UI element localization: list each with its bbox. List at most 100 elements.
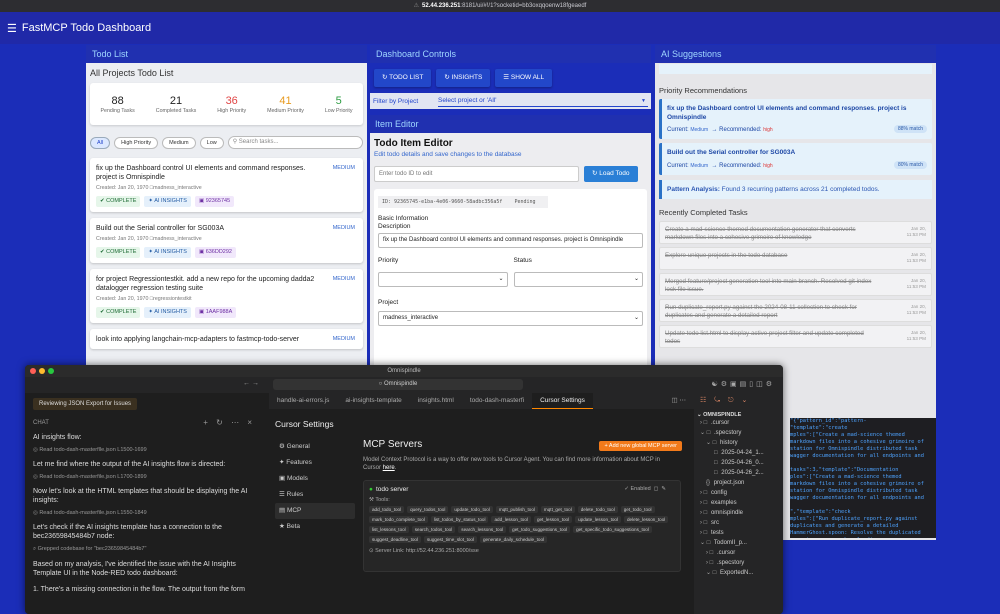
scrolled-card-edge [659, 64, 932, 74]
ai-insights-button[interactable]: ✦ AI INSIGHTS [144, 307, 191, 318]
priority-label: MEDIUM [332, 225, 355, 231]
filter-chip-medium[interactable]: Medium [162, 136, 196, 149]
mcp-section: MCP Servers + Add new global MCP server … [363, 439, 688, 572]
priority-label: Priority [378, 257, 399, 264]
tree-item[interactable]: › □ .cursor [694, 548, 783, 558]
status-select[interactable]: ⌄ [513, 272, 643, 287]
tree-item[interactable]: › □ omnispindle [694, 508, 783, 518]
todo-badges: ✔ COMPLETE ✦ AI INSIGHTS ▣ 1AAF988A [96, 307, 357, 318]
settings-nav-item[interactable]: ★ Beta [275, 519, 355, 535]
tree-item[interactable]: ⌄ □ .specstory [694, 428, 783, 438]
tree-item[interactable]: › □ src [694, 518, 783, 528]
folder-icon: ⌄ □ [700, 540, 711, 546]
show-all-button[interactable]: ☰ SHOW ALL [495, 69, 553, 87]
tree-item[interactable]: ⌄ □ ExportedN... [694, 568, 783, 578]
mcp-here-link[interactable]: here [383, 465, 395, 471]
tree-item[interactable]: › □ .specstory [694, 558, 783, 568]
settings-nav-item[interactable]: ☰ Rules [275, 487, 355, 503]
add-mcp-server-button[interactable]: + Add new global MCP server [599, 441, 682, 451]
chat-session-tab[interactable]: Reviewing JSON Export for Issues [33, 398, 138, 410]
priority-recs-title: Priority Recommendations [659, 86, 747, 95]
tool-call-line[interactable]: ◎ Read todo-dash-masterfile.json L1550-1… [33, 510, 257, 516]
todo-text: look into applying langchain-mcp-adapter… [96, 336, 300, 343]
tree-item[interactable]: □ 2025-04-26_0... [694, 458, 783, 468]
recommendation-card[interactable]: fix up the Dashboard control UI elements… [659, 99, 932, 139]
tree-item[interactable]: ⌄ □ TodomII_p... [694, 538, 783, 548]
filter-chip-high-priority[interactable]: High Priority [114, 136, 159, 149]
maximize-window-icon[interactable] [48, 368, 54, 374]
tree-label: omnispindle [710, 510, 743, 516]
folder-icon: □ [714, 450, 718, 456]
tab-actions-icon[interactable]: ◫ ⋯ [664, 393, 694, 409]
complete-button[interactable]: ✔ COMPLETE [96, 196, 141, 207]
project-filter-select[interactable]: Select project or 'All' ▼ [438, 95, 648, 107]
todo-hash-badge: ▣ 636DD292 [194, 247, 236, 258]
editor-tab[interactable]: todo-dash-masterfi [462, 393, 532, 409]
tree-item[interactable]: › □ config [694, 488, 783, 498]
tree-item[interactable]: › □ examples [694, 498, 783, 508]
editor-tab[interactable]: ai-insights-template [337, 393, 409, 409]
explorer-toolbar-icons[interactable]: ☷ ⤿ ⎋ ⌄ [694, 393, 783, 409]
settings-nav-item[interactable]: ⚙ General [275, 439, 355, 455]
tool-call-line[interactable]: ⌕ Grepped codebase for "bec23659845484b7… [33, 546, 257, 553]
settings-nav-item[interactable]: ▤ MCP [275, 503, 355, 519]
filter-chip-low[interactable]: Low [199, 136, 224, 149]
hamburger-menu-icon[interactable]: ☰ [7, 22, 17, 35]
refresh-todo-list-button[interactable]: ↻ TODO LIST [374, 69, 432, 87]
recommendation-card[interactable]: Build out the Serial controller for SG00… [659, 143, 932, 175]
todo-card[interactable]: Build out the Serial controller for SG00… [90, 218, 363, 263]
filter-chip-all[interactable]: All [90, 136, 111, 149]
editor-tab[interactable]: Cursor Settings [532, 393, 593, 409]
editor-tab[interactable]: handle-ai-errors.js [269, 393, 337, 409]
browser-url-bar[interactable]: ⚠ 52.44.236.251:8181/ui/#!/1?socketid=bb3… [0, 0, 1000, 12]
stat-item: 5 Low Priority [325, 94, 353, 114]
project-select[interactable]: madness_interactive ⌄ [378, 311, 643, 326]
priority-select[interactable]: ⌄ [378, 272, 508, 287]
tree-label: project.json [713, 480, 745, 486]
tree-item[interactable]: □ 2025-04-26_2... [694, 468, 783, 478]
todo-hash-badge: ▣ 92365745 [194, 196, 235, 207]
todo-card[interactable]: for project Regressiontestkit. add a new… [90, 269, 363, 323]
minimize-window-icon[interactable] [39, 368, 45, 374]
tree-item[interactable]: {} project.json [694, 478, 783, 488]
ai-insights-button[interactable]: ✦ AI INSIGHTS [144, 196, 191, 207]
search-tasks-input[interactable]: ⚲ Search tasks... [227, 136, 363, 149]
todo-text: for project Regressiontestkit. add a new… [96, 276, 315, 292]
tree-item[interactable]: □ 2025-04-24_1... [694, 448, 783, 458]
tree-item[interactable]: › □ .cursor [694, 418, 783, 428]
close-window-icon[interactable] [30, 368, 36, 374]
folder-icon: □ [714, 470, 718, 476]
load-todo-button[interactable]: ↻ Load Todo [584, 166, 638, 182]
todo-card[interactable]: fix up the Dashboard control UI elements… [90, 158, 363, 212]
editor-tab[interactable]: insights.html [410, 393, 462, 409]
chat-actions-icon[interactable]: + ↻ ⋯ × [203, 418, 255, 427]
todo-card[interactable]: look into applying langchain-mcp-adapter… [90, 329, 363, 349]
todo-list-title: All Projects Todo List [90, 68, 174, 78]
todo-text: fix up the Dashboard control UI elements… [96, 165, 306, 181]
completed-date-time: 11:53 PM [906, 231, 926, 237]
tree-item[interactable]: › □ tests [694, 528, 783, 538]
server-enabled-toggle[interactable]: ✓ Enabled ◻ ✎ [624, 486, 666, 492]
settings-nav-item[interactable]: ✦ Features [275, 455, 355, 471]
tool-call-line[interactable]: ◎ Read todo-dash-masterfile.json L1700-1… [33, 474, 257, 480]
settings-nav-item[interactable]: ▣ Models [275, 471, 355, 487]
tree-label: TodomII_p... [713, 540, 747, 546]
folder-icon: › □ [706, 550, 714, 556]
folder-icon: {} [706, 480, 711, 486]
refresh-insights-button[interactable]: ↻ INSIGHTS [436, 69, 491, 87]
command-search-box[interactable]: ○ Omnispindle [273, 379, 523, 390]
ai-insights-button[interactable]: ✦ AI INSIGHTS [144, 247, 191, 258]
tree-label: .specstory [714, 430, 742, 436]
description-field[interactable]: fix up the Dashboard control UI elements… [378, 233, 643, 248]
todo-id-input[interactable]: Enter todo ID to edit [374, 166, 579, 182]
tool-call-line[interactable]: ◎ Read todo-dash-masterflle.json L1500-1… [33, 447, 257, 453]
tool-chip: get_lesson_tool [533, 516, 573, 523]
complete-button[interactable]: ✔ COMPLETE [96, 307, 141, 318]
item-editor-header: Item Editor [370, 115, 651, 133]
complete-button[interactable]: ✔ COMPLETE [96, 247, 141, 258]
tree-item[interactable]: ⌄ □ history [694, 438, 783, 448]
layout-icons[interactable]: ☯⚙▣▤▯◫⚙ [711, 380, 775, 388]
editor-title: Todo Item Editor [374, 138, 453, 149]
project-filter-row: Filter by Project Select project or 'All… [370, 93, 651, 109]
back-forward-icon[interactable]: ← → [243, 380, 259, 387]
